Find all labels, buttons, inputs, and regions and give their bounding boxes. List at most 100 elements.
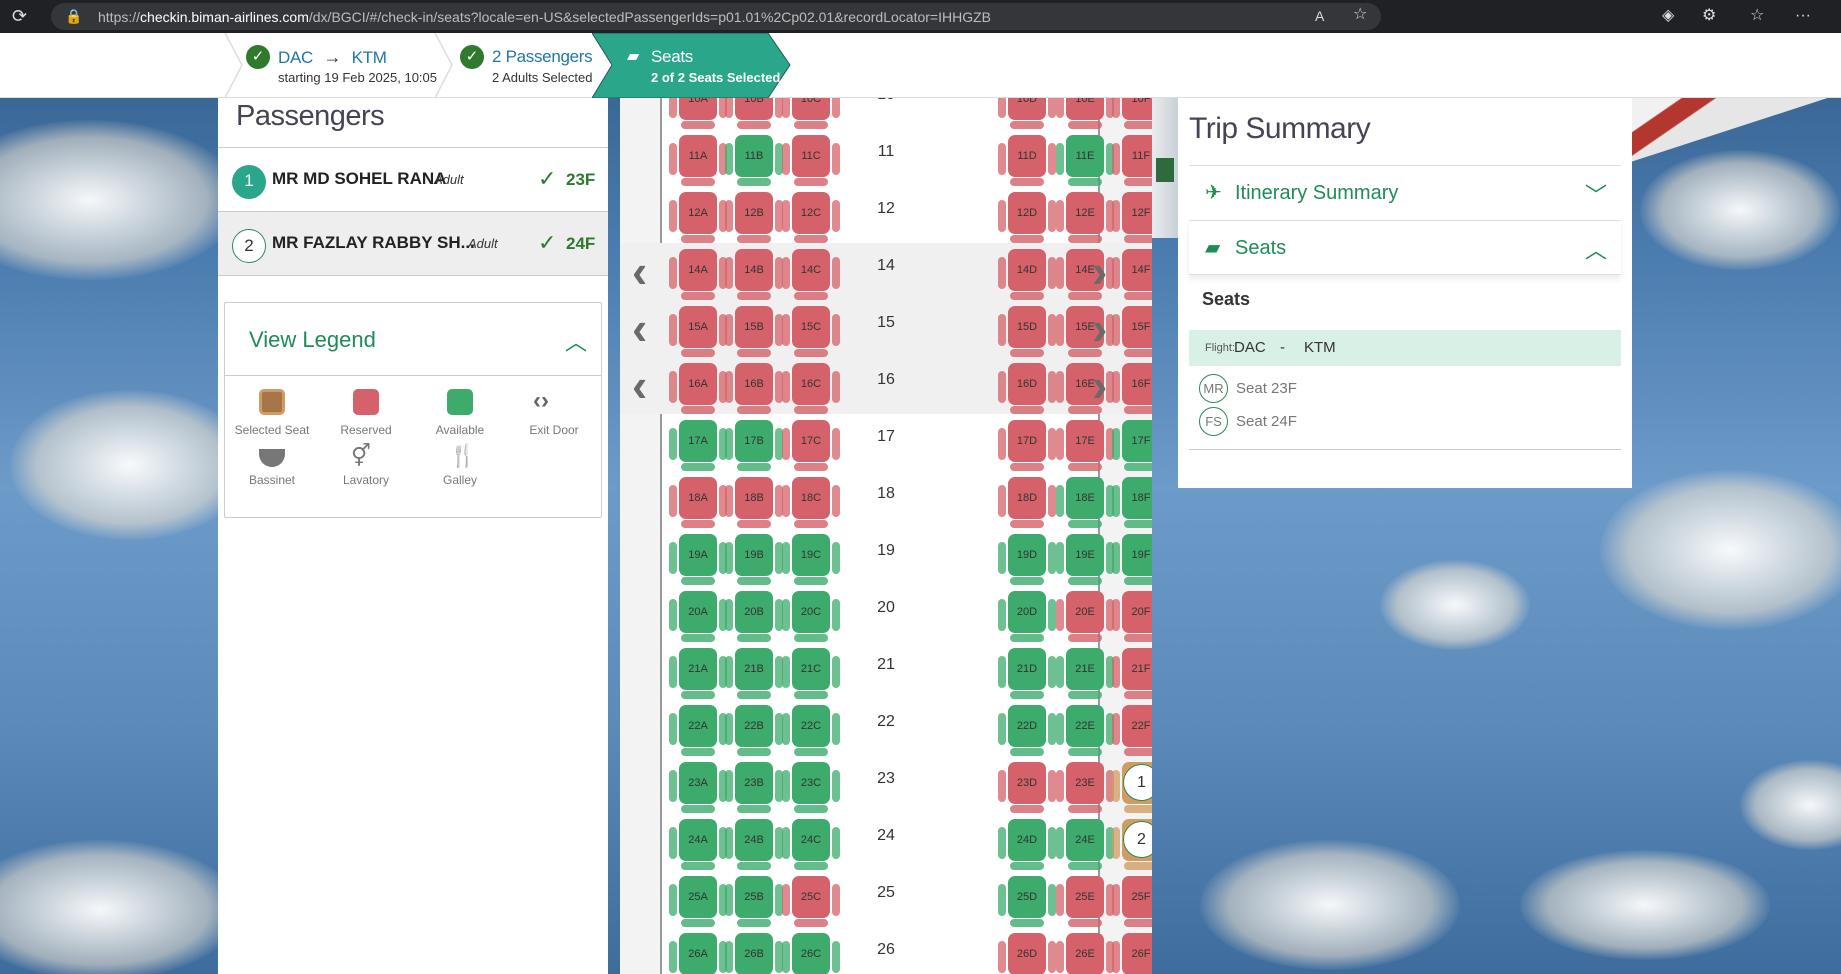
itinerary-summary-accordion[interactable]: ✈ Itinerary Summary ﹀ xyxy=(1189,165,1621,220)
seat-12A: 12A xyxy=(669,192,727,243)
seat-23A[interactable]: 23A xyxy=(669,762,727,813)
seat-20A[interactable]: 20A xyxy=(669,591,727,642)
seat-cushion xyxy=(737,121,771,129)
seat-cushion xyxy=(794,691,828,699)
seat-10B: 10B xyxy=(725,98,783,129)
seat-26A[interactable]: 26A xyxy=(669,933,727,974)
seat-row-22: 22A 22B 22C 22D 22E 22F 22 xyxy=(620,699,1152,756)
seat-26B[interactable]: 26B xyxy=(725,933,783,974)
seat-19D[interactable]: 19D xyxy=(998,534,1056,585)
passenger-row-2[interactable]: 2 MR FAZLAY RABBY SH... Adult ✓ 24F xyxy=(218,211,608,276)
seat-21C[interactable]: 21C xyxy=(782,648,840,699)
view-legend-toggle[interactable]: View Legend xyxy=(249,327,376,353)
seat-19C[interactable]: 19C xyxy=(782,534,840,585)
favorite-star-icon[interactable]: ☆ xyxy=(1353,5,1367,25)
seat-20C[interactable]: 20C xyxy=(782,591,840,642)
seat-22C[interactable]: 22C xyxy=(782,705,840,756)
flight-label: Flight: xyxy=(1205,342,1235,354)
seat-cushion xyxy=(794,748,828,756)
seat-label: 16B xyxy=(744,378,764,390)
seat-10F: 10F xyxy=(1112,98,1152,129)
seat-23B[interactable]: 23B xyxy=(725,762,783,813)
extensions-icon[interactable]: ⚙ xyxy=(1702,6,1716,26)
seat-12F: 12F xyxy=(1112,192,1152,243)
seat-25B[interactable]: 25B xyxy=(725,876,783,927)
seat-17B[interactable]: 17B xyxy=(725,420,783,471)
seat-24D[interactable]: 24D xyxy=(998,819,1056,870)
seat-22B[interactable]: 22B xyxy=(725,705,783,756)
seat-24E[interactable]: 24E xyxy=(1056,819,1114,870)
seat-row-10: 10A 10B 10C 10D 10E 10F 10 xyxy=(620,98,1152,129)
seat-18C: 18C xyxy=(782,477,840,528)
lock-icon[interactable]: 🔒 xyxy=(65,6,82,26)
seat-cushion xyxy=(737,292,771,300)
passenger-row-1[interactable]: 1 MR MD SOHEL RANA Adult ✓ 23F xyxy=(218,147,608,211)
seat-20D[interactable]: 20D xyxy=(998,591,1056,642)
passenger-seat-marker: 2 xyxy=(1123,821,1152,858)
seat-label: 24D xyxy=(1016,834,1038,846)
seat-11B[interactable]: 11B xyxy=(725,135,783,186)
step-passengers[interactable]: ✓ 2 Passengers 2 Adults Selected xyxy=(452,33,598,98)
seat-cushion xyxy=(1010,121,1044,129)
seat-19F[interactable]: 19F xyxy=(1112,534,1152,585)
seat-18F[interactable]: 18F xyxy=(1112,477,1152,528)
refresh-icon[interactable]: ⟳ xyxy=(12,6,27,26)
seat-cushion xyxy=(1068,235,1102,243)
seat-24B[interactable]: 24B xyxy=(725,819,783,870)
seat-cushion xyxy=(737,862,771,870)
seat-cushion xyxy=(1124,862,1152,870)
reserved-seat-icon xyxy=(353,389,379,415)
seat-19B[interactable]: 19B xyxy=(725,534,783,585)
seat-17A[interactable]: 17A xyxy=(669,420,727,471)
seat-21B[interactable]: 21B xyxy=(725,648,783,699)
seat-22D[interactable]: 22D xyxy=(998,705,1056,756)
seat-20B[interactable]: 20B xyxy=(725,591,783,642)
seat-19A[interactable]: 19A xyxy=(669,534,727,585)
seat-23F[interactable]: 1 xyxy=(1112,762,1152,813)
favorites-icon[interactable]: ☆ xyxy=(1750,6,1764,26)
seat-23D: 23D xyxy=(998,762,1056,813)
seat-label: 10D xyxy=(1016,98,1038,105)
seat-label: 26F xyxy=(1131,948,1151,960)
seat-25F: 25F xyxy=(1112,876,1152,927)
seat-23C[interactable]: 23C xyxy=(782,762,840,813)
seat-24A[interactable]: 24A xyxy=(669,819,727,870)
seat-label: 16F xyxy=(1131,378,1151,390)
seat-24F[interactable]: 2 xyxy=(1112,819,1152,870)
seat-19E[interactable]: 19E xyxy=(1056,534,1114,585)
seat-21A[interactable]: 21A xyxy=(669,648,727,699)
seat-rows: 10A10B10C10D10E10F1011A11B11C11D11E11F11… xyxy=(620,98,1152,974)
seat-18E[interactable]: 18E xyxy=(1056,477,1114,528)
seat-14A: 14A xyxy=(669,249,727,300)
seat-11E[interactable]: 11E xyxy=(1056,135,1114,186)
seat-22A[interactable]: 22A xyxy=(669,705,727,756)
more-options-icon[interactable]: ··· xyxy=(1795,6,1811,26)
copilot-icon[interactable]: ◈ xyxy=(1662,6,1674,26)
seat-21E[interactable]: 21E xyxy=(1056,648,1114,699)
chevron-up-icon[interactable]: ︿ xyxy=(565,325,587,357)
seat-cushion xyxy=(681,748,715,756)
row-number: 12 xyxy=(877,200,895,217)
read-aloud-icon[interactable]: A xyxy=(1315,6,1324,26)
row-number: 18 xyxy=(877,485,895,502)
row-number: 11 xyxy=(877,143,895,160)
seat-cushion xyxy=(1124,463,1152,471)
seat-24C[interactable]: 24C xyxy=(782,819,840,870)
itinerary-summary-label: Itinerary Summary xyxy=(1235,182,1399,204)
seat-cushion xyxy=(794,520,828,528)
seat-17F[interactable]: 17F xyxy=(1112,420,1152,471)
seats-accordion[interactable]: ▰ Seats ︿ xyxy=(1189,220,1621,275)
seat-label: 16C xyxy=(800,378,822,390)
address-bar[interactable]: 🔒 https://checkin.biman-airlines.com/dx/… xyxy=(51,3,1381,30)
passengers-panel: Passengers 1 MR MD SOHEL RANA Adult ✓ 23… xyxy=(218,98,608,974)
seat-label: 19E xyxy=(1075,549,1095,561)
seat-26C[interactable]: 26C xyxy=(782,933,840,974)
seat-22E[interactable]: 22E xyxy=(1056,705,1114,756)
seat-label: 20B xyxy=(744,606,764,618)
step-flight[interactable]: ✓ DAC → KTM starting 19 Feb 2025, 10:05 xyxy=(240,33,437,98)
seat-25A[interactable]: 25A xyxy=(669,876,727,927)
seat-25D[interactable]: 25D xyxy=(998,876,1056,927)
step-passengers-title: 2 Passengers xyxy=(492,47,593,66)
seat-21D[interactable]: 21D xyxy=(998,648,1056,699)
seat-label: 23C xyxy=(800,777,822,789)
